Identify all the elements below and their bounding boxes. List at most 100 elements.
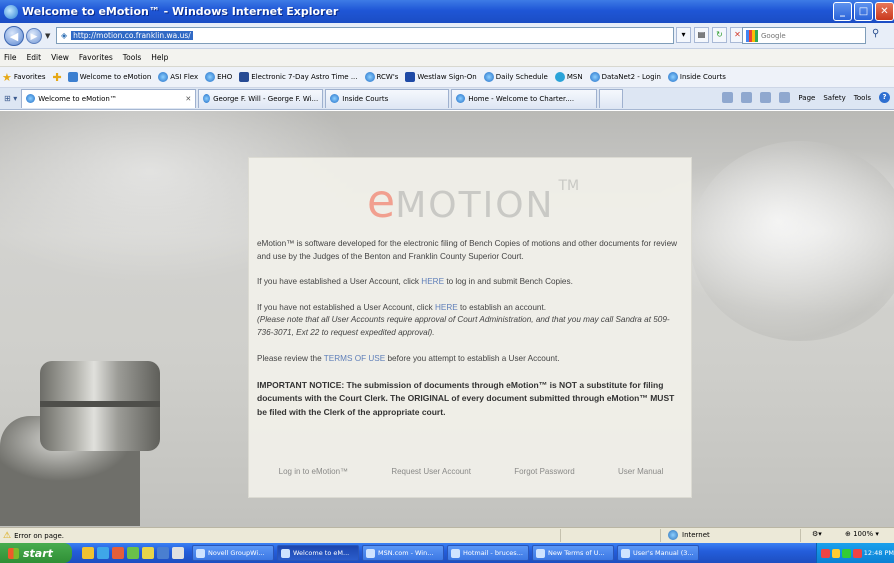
user-manual-link[interactable]: User Manual	[618, 467, 663, 476]
protected-mode-icon[interactable]: ⚙▾	[812, 530, 822, 538]
safety-menu[interactable]: Safety	[823, 94, 845, 102]
menu-edit[interactable]: Edit	[27, 53, 42, 62]
favorites-button[interactable]: ★ Favorites	[2, 71, 46, 84]
taskbar-item[interactable]: New Terms of U...	[532, 545, 614, 561]
favorite-link[interactable]: Electronic 7-Day Astro Time ...	[239, 72, 358, 82]
ie-icon	[667, 72, 678, 82]
url-text[interactable]: http://motion.co.franklin.wa.us/	[71, 31, 193, 40]
taskbar-item[interactable]: Novell GroupWi...	[192, 545, 274, 561]
login-link[interactable]: Log in to eMotion™	[279, 467, 348, 476]
quicklaunch-icon[interactable]	[97, 547, 109, 559]
quicklaunch-icon[interactable]	[142, 547, 154, 559]
mail-icon[interactable]	[760, 92, 772, 103]
taskbar-item-icon	[451, 548, 460, 558]
msn-icon	[554, 72, 565, 82]
favorite-link[interactable]: Inside Courts	[667, 72, 726, 82]
ie-icon	[364, 72, 375, 82]
quick-launch	[82, 547, 184, 559]
request-account-link[interactable]: Request User Account	[391, 467, 471, 476]
w-icon	[405, 72, 416, 82]
favorite-label: Inside Courts	[679, 73, 726, 81]
tab-george-will[interactable]: George F. Will - George F. Wi...	[198, 88, 324, 108]
start-label: start	[23, 546, 53, 560]
taskbar-item-icon	[281, 548, 290, 558]
menu-help[interactable]: Help	[151, 53, 168, 62]
x-icon	[239, 72, 250, 82]
tools-menu[interactable]: Tools	[854, 94, 871, 102]
quicklaunch-icon[interactable]	[172, 547, 184, 559]
feeds-icon[interactable]	[741, 92, 753, 103]
menu-favorites[interactable]: Favorites	[79, 53, 113, 62]
login-here-link[interactable]: HERE	[421, 277, 444, 286]
maximize-button[interactable]: □	[854, 2, 873, 21]
login-text: If you have established a User Account, …	[257, 277, 422, 286]
close-tab-icon[interactable]: ✕	[179, 95, 191, 103]
tab-inside-courts[interactable]: Inside Courts	[325, 88, 450, 108]
new-tab-button[interactable]	[599, 88, 624, 108]
command-bar: Page Safety Tools ?	[722, 92, 890, 103]
tab-welcome[interactable]: Welcome to eMotion™ ✕	[21, 88, 197, 108]
security-zone[interactable]: Internet	[668, 530, 710, 540]
search-box[interactable]	[742, 27, 866, 44]
tab-bar: ⊞ ▾ Welcome to eMotion™ ✕ George F. Will…	[0, 88, 894, 110]
tab-charter[interactable]: Home - Welcome to Charter....	[451, 88, 598, 108]
tray-icon[interactable]	[821, 548, 830, 558]
forward-button[interactable]: ▶	[26, 27, 42, 44]
favorite-link[interactable]: DataNet2 - Login	[589, 72, 661, 82]
search-icon[interactable]: ⚲	[872, 28, 879, 39]
tab-label: Welcome to eMotion™	[38, 94, 117, 103]
print-icon[interactable]	[779, 92, 791, 103]
help-icon[interactable]: ?	[879, 92, 890, 103]
quick-tabs-icon[interactable]: ⊞ ▾	[4, 94, 17, 103]
tray-icon[interactable]	[831, 548, 841, 558]
zoom-level[interactable]: ⊕ 100% ▾	[845, 530, 879, 538]
register-here-link[interactable]: HERE	[435, 303, 458, 312]
url-dropdown-icon[interactable]: ▾	[676, 27, 691, 43]
menu-tools[interactable]: Tools	[123, 53, 141, 62]
start-button[interactable]: start	[0, 543, 72, 563]
back-button[interactable]: ◀	[4, 25, 24, 46]
favorite-link[interactable]: MSN	[554, 72, 583, 82]
quicklaunch-icon[interactable]	[82, 547, 94, 559]
favorite-link[interactable]: Westlaw Sign-On	[405, 72, 477, 82]
taskbar-item[interactable]: Hotmail - bruces...	[447, 545, 529, 561]
quicklaunch-icon[interactable]	[157, 547, 169, 559]
warning-icon[interactable]: ⚠	[3, 531, 11, 541]
clock[interactable]: 12:48 PM	[864, 549, 894, 557]
minimize-button[interactable]: _	[833, 2, 852, 21]
quicklaunch-icon[interactable]	[127, 547, 139, 559]
tab-label: Inside Courts	[342, 94, 389, 103]
compatibility-icon[interactable]: ▤	[694, 27, 709, 43]
tray-icon[interactable]	[842, 548, 852, 558]
search-input[interactable]	[761, 31, 861, 40]
forgot-password-link[interactable]: Forgot Password	[514, 467, 574, 476]
welcome-panel: eMOTION TM eMotion™ is software developed…	[248, 157, 692, 498]
gavel-ring	[40, 401, 160, 407]
favorite-link[interactable]: Daily Schedule	[483, 72, 548, 82]
menu-file[interactable]: File	[4, 53, 17, 62]
history-dropdown-icon[interactable]: ▼	[45, 32, 50, 40]
tray-icon[interactable]	[853, 548, 862, 558]
close-button[interactable]: ✕	[875, 2, 894, 21]
register-text-end: to establish an account.	[457, 302, 547, 312]
status-text[interactable]: Error on page.	[14, 532, 64, 540]
favorite-link[interactable]: EHO	[205, 72, 232, 82]
home-icon[interactable]	[722, 92, 734, 103]
refresh-icon[interactable]: ↻	[712, 27, 727, 43]
taskbar-item-icon	[621, 548, 630, 558]
taskbar-item[interactable]: Welcome to eM...	[277, 545, 359, 561]
register-text: If you have not established a User Accou…	[257, 302, 435, 312]
menu-view[interactable]: View	[51, 53, 69, 62]
taskbar-item[interactable]: User's Manual (3...	[617, 545, 699, 561]
favorite-link[interactable]: Welcome to eMotion	[67, 72, 151, 82]
url-field[interactable]: ◈ http://motion.co.franklin.wa.us/	[56, 27, 674, 44]
taskbar: start Novell GroupWi... Welcome to eM...…	[0, 543, 894, 563]
window-title: Welcome to eMotion™ - Windows Internet E…	[22, 5, 339, 18]
quicklaunch-icon[interactable]	[112, 547, 124, 559]
page-menu[interactable]: Page	[798, 94, 815, 102]
terms-of-use-link[interactable]: TERMS OF USE	[324, 354, 385, 363]
add-favorite-icon[interactable]: ✚	[53, 71, 62, 84]
favorite-link[interactable]: RCW's	[364, 72, 398, 82]
favorite-link[interactable]: ASI Flex	[158, 72, 198, 82]
taskbar-item[interactable]: MSN.com - Win...	[362, 545, 444, 561]
